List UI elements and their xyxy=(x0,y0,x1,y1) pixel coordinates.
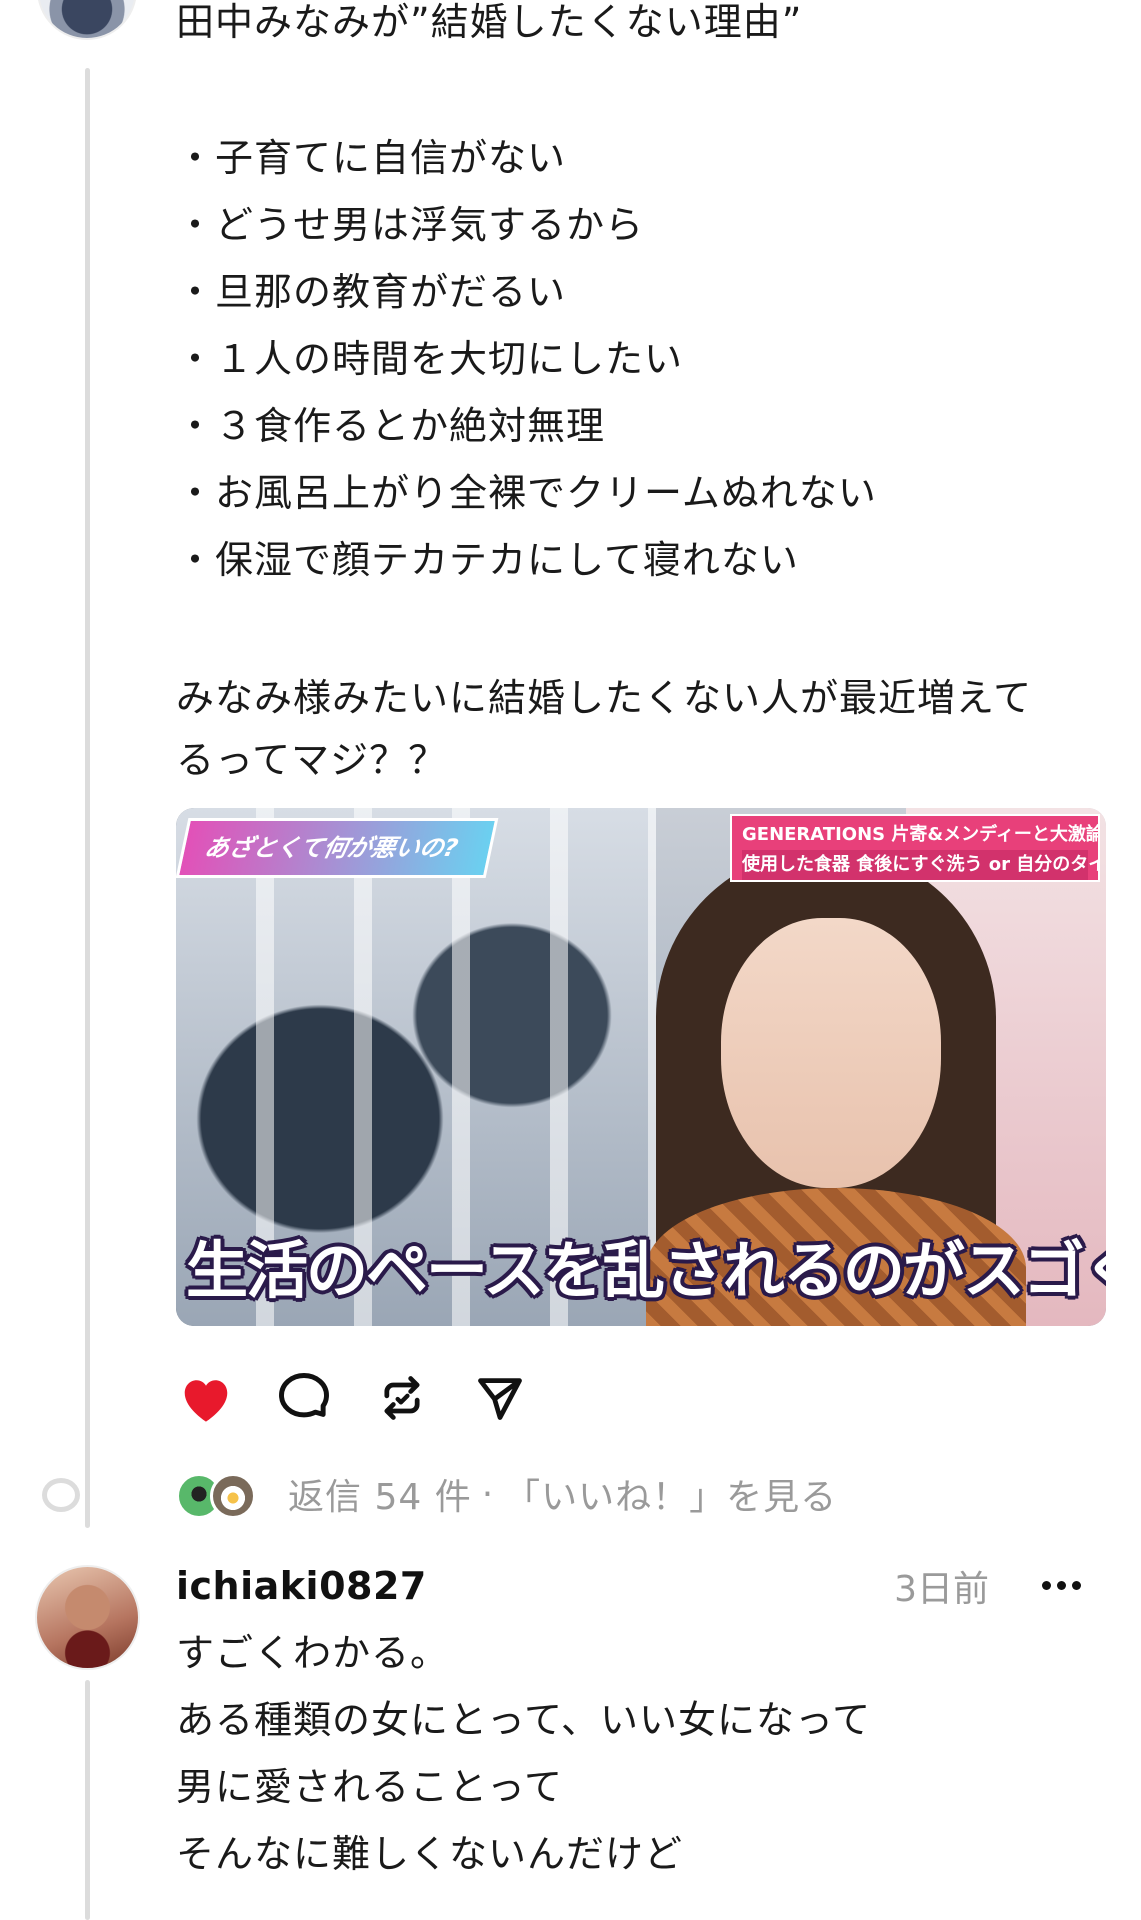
reason-item: ・保湿で顔テカテカにして寝れない xyxy=(176,538,799,582)
likes-link[interactable]: 「いいね！」を見る xyxy=(504,1468,837,1520)
separator: · xyxy=(481,1473,495,1515)
topic-line: GENERATIONS 片寄&メンディーと大激論!! xyxy=(742,824,1100,845)
reason-item: ・３食作るとか絶対無理 xyxy=(176,404,606,448)
reason-item: ・旦那の教育がだるい xyxy=(176,270,567,314)
more-options-icon[interactable] xyxy=(1036,1570,1086,1600)
share-button[interactable] xyxy=(470,1368,530,1428)
reply-count-link[interactable]: 返信 54 件 xyxy=(288,1468,472,1520)
image-caption: 生活のペースを乱されるのがスゴく嫌 xyxy=(186,1234,1106,1307)
post-title: 田中みなみが”結婚したくない理由” xyxy=(176,0,803,44)
comment-timestamp: 3日前 xyxy=(894,1569,989,1610)
reply-avatar xyxy=(210,1473,256,1519)
commenter-avatar[interactable] xyxy=(35,1565,140,1670)
dot xyxy=(1071,1580,1081,1590)
dot xyxy=(1056,1580,1066,1590)
commenter-username[interactable]: ichiaki0827 xyxy=(176,1564,427,1608)
show-logo: あざとくて何が悪いの? xyxy=(176,818,499,878)
comment-line: すごくわかる。 xyxy=(176,1631,450,1675)
thread-line xyxy=(85,68,90,1528)
reply-avatars xyxy=(176,1469,266,1519)
reason-item: ・１人の時間を大切にしたい xyxy=(176,337,684,381)
thread-view: 田中みなみが”結婚したくない理由” ・子育てに自信がない ・どうせ男は浮気するか… xyxy=(0,0,1141,1920)
reason-list: ・子育てに自信がない ・どうせ男は浮気するから ・旦那の教育がだるい ・１人の時… xyxy=(176,125,1096,594)
heart-filled-icon xyxy=(184,1380,228,1422)
show-topic-banner: GENERATIONS 片寄&メンディーと大激論!! 使用した食器 食後にすぐ洗… xyxy=(730,814,1100,882)
repost-icon xyxy=(384,1376,420,1420)
reason-item: ・どうせ男は浮気するから xyxy=(176,203,645,247)
thread-connector xyxy=(42,1478,80,1512)
comment-header: ichiaki0827 3日前 xyxy=(176,1562,1086,1610)
dot xyxy=(1041,1580,1051,1590)
replies-summary[interactable]: 返信 54 件 · 「いいね！」を見る xyxy=(176,1466,837,1522)
comment-button[interactable] xyxy=(274,1368,334,1428)
post-question-line: みなみ様みたいに結婚したくない人が最近増えて xyxy=(176,676,1033,720)
comment-body: すごくわかる。 ある種類の女にとって、いい女になって 男に愛されることって そん… xyxy=(176,1620,1086,1888)
person-face xyxy=(721,918,941,1188)
action-bar xyxy=(176,1368,530,1428)
author-avatar[interactable] xyxy=(37,0,137,40)
post-question: みなみ様みたいに結婚したくない人が最近増えて るってマジ？？ xyxy=(176,667,1096,791)
repost-button[interactable] xyxy=(372,1368,432,1428)
like-button[interactable] xyxy=(176,1368,236,1428)
post-image[interactable]: あざとくて何が悪いの? GENERATIONS 片寄&メンディーと大激論!! 使… xyxy=(176,808,1106,1326)
post-question-line: るってマジ？？ xyxy=(176,738,448,782)
reason-item: ・お風呂上がり全裸でクリームぬれない xyxy=(176,471,877,515)
send-icon xyxy=(478,1378,522,1420)
comment-bubble-icon xyxy=(279,1373,329,1418)
comment-line: そんなに難しくないんだけど xyxy=(176,1832,684,1876)
topic-line: 使用した食器 食後にすぐ洗う or 自分のタイミングで xyxy=(742,850,1098,880)
thread-line xyxy=(85,1680,90,1920)
comment-line: 男に愛されることって xyxy=(176,1765,563,1809)
comment-line: ある種類の女にとって、いい女になって xyxy=(176,1698,872,1742)
reason-item: ・子育てに自信がない xyxy=(176,136,567,180)
post-body: 田中みなみが”結婚したくない理由” ・子育てに自信がない ・どうせ男は浮気するか… xyxy=(176,0,1096,791)
